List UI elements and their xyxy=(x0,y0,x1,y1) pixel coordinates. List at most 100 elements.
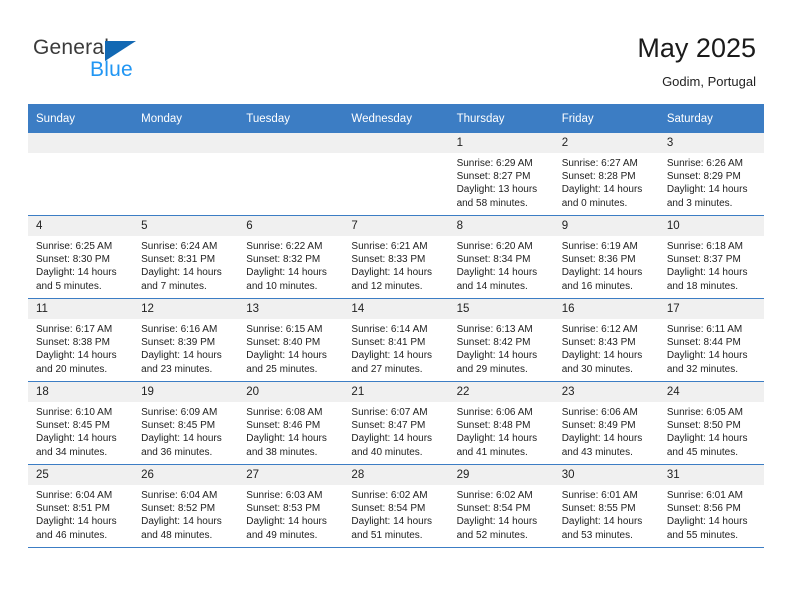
calendar-day-cell[interactable]: 23 Sunrise: 6:06 AM Sunset: 8:49 PM Dayligh… xyxy=(553,381,659,465)
daylight-text-line1: Daylight: 14 hours xyxy=(666,184,748,196)
calendar-day-cell[interactable]: 7 Sunrise: 6:21 AM Sunset: 8:33 PM Daylight… xyxy=(343,215,449,299)
sunrise-text: Sunrise: 6:18 AM xyxy=(666,241,743,252)
day-number: 13 xyxy=(238,299,344,319)
sunset-text: Sunset: 8:45 PM xyxy=(141,420,216,432)
daylight-text-line2: and 49 minutes. xyxy=(246,529,318,541)
daylight-text-line1: Daylight: 14 hours xyxy=(561,267,643,279)
sunset-text: Sunset: 8:30 PM xyxy=(36,254,110,266)
day-details: Sunrise: 6:12 AM Sunset: 8:43 PM Daylight:… xyxy=(554,319,659,376)
daylight-text-line1: Daylight: 14 hours xyxy=(36,433,117,445)
day-number: 17 xyxy=(658,299,764,319)
daylight-text-line1: Daylight: 14 hours xyxy=(351,350,433,362)
calendar-day-cell[interactable]: 19 Sunrise: 6:09 AM Sunset: 8:45 PM Dayligh… xyxy=(133,381,239,465)
sunrise-text: Sunrise: 6:14 AM xyxy=(351,324,428,335)
page-header: General Blue May 2025 Godim, Portugal xyxy=(0,0,792,104)
day-details: Sunrise: 6:16 AM Sunset: 8:39 PM Daylight:… xyxy=(133,319,238,376)
calendar-day-cell[interactable]: 18 Sunrise: 6:10 AM Sunset: 8:45 PM Dayligh… xyxy=(28,381,134,465)
day-details: Sunrise: 6:11 AM Sunset: 8:44 PM Daylight:… xyxy=(659,319,764,376)
calendar-table: Sunday Monday Tuesday Wednesday Thursday… xyxy=(28,104,764,548)
calendar-day-cell[interactable]: 13 Sunrise: 6:15 AM Sunset: 8:40 PM Dayligh… xyxy=(238,298,344,382)
daylight-text-line1: Daylight: 14 hours xyxy=(666,516,748,528)
weekday-header-sunday: Sunday xyxy=(28,104,134,133)
sunset-text: Sunset: 8:34 PM xyxy=(456,254,531,266)
day-details: Sunrise: 6:14 AM Sunset: 8:41 PM Daylight:… xyxy=(343,319,448,376)
sunrise-text: Sunrise: 6:07 AM xyxy=(351,407,428,418)
day-details: Sunrise: 6:10 AM Sunset: 8:45 PM Daylight:… xyxy=(28,402,133,459)
calendar-day-cell[interactable]: 5 Sunrise: 6:24 AM Sunset: 8:31 PM Daylight… xyxy=(133,215,239,299)
calendar-day-cell[interactable]: 11 Sunrise: 6:17 AM Sunset: 8:38 PM Dayligh… xyxy=(28,298,134,382)
calendar-day-cell[interactable]: 28 Sunrise: 6:02 AM Sunset: 8:54 PM Dayligh… xyxy=(343,464,449,548)
daylight-text-line1: Daylight: 14 hours xyxy=(561,350,643,362)
general-blue-logo[interactable]: General Blue xyxy=(33,36,203,86)
calendar-day-cell[interactable]: 30 Sunrise: 6:01 AM Sunset: 8:55 PM Dayligh… xyxy=(553,464,659,548)
calendar-day-cell[interactable]: 8 Sunrise: 6:20 AM Sunset: 8:34 PM Daylight… xyxy=(448,215,554,299)
day-number: 9 xyxy=(553,216,659,236)
calendar-day-cell[interactable]: 10 Sunrise: 6:18 AM Sunset: 8:37 PM Dayligh… xyxy=(658,215,764,299)
logo-text-blue: Blue xyxy=(90,58,133,81)
calendar-day-cell[interactable]: 3 Sunrise: 6:26 AM Sunset: 8:29 PM Daylight… xyxy=(658,133,764,216)
calendar-day-cell[interactable]: 15 Sunrise: 6:13 AM Sunset: 8:42 PM Dayligh… xyxy=(448,298,554,382)
sunset-text: Sunset: 8:44 PM xyxy=(666,337,741,349)
calendar-day-cell[interactable]: 26 Sunrise: 6:04 AM Sunset: 8:52 PM Dayligh… xyxy=(133,464,239,548)
day-details: Sunrise: 6:01 AM Sunset: 8:56 PM Daylight:… xyxy=(659,485,764,542)
calendar-cell-empty xyxy=(133,133,239,216)
day-details: Sunrise: 6:19 AM Sunset: 8:36 PM Daylight:… xyxy=(554,236,659,293)
weekday-header-thursday: Thursday xyxy=(448,104,554,133)
sunset-text: Sunset: 8:43 PM xyxy=(561,337,636,349)
calendar-day-cell[interactable]: 16 Sunrise: 6:12 AM Sunset: 8:43 PM Dayligh… xyxy=(553,298,659,382)
day-number: 29 xyxy=(448,465,554,485)
sunrise-text: Sunrise: 6:04 AM xyxy=(36,490,113,501)
daylight-text-line1: Daylight: 14 hours xyxy=(666,433,748,445)
daylight-text-line1: Daylight: 14 hours xyxy=(561,433,643,445)
calendar-day-cell[interactable]: 4 Sunrise: 6:25 AM Sunset: 8:30 PM Daylight… xyxy=(28,215,134,299)
daylight-text-line2: and 43 minutes. xyxy=(561,446,633,458)
weekday-header-monday: Monday xyxy=(133,104,239,133)
calendar-day-cell[interactable]: 21 Sunrise: 6:07 AM Sunset: 8:47 PM Dayligh… xyxy=(343,381,449,465)
calendar-day-cell[interactable]: 24 Sunrise: 6:05 AM Sunset: 8:50 PM Dayligh… xyxy=(658,381,764,465)
calendar-container: Sunday Monday Tuesday Wednesday Thursday… xyxy=(28,104,764,548)
daylight-text-line2: and 32 minutes. xyxy=(666,363,739,375)
calendar-day-cell[interactable]: 31 Sunrise: 6:01 AM Sunset: 8:56 PM Dayligh… xyxy=(658,464,764,548)
sunrise-text: Sunrise: 6:05 AM xyxy=(666,407,743,418)
calendar-day-cell[interactable]: 17 Sunrise: 6:11 AM Sunset: 8:44 PM Dayligh… xyxy=(658,298,764,382)
day-number: 4 xyxy=(28,216,134,236)
calendar-day-cell[interactable]: 27 Sunrise: 6:03 AM Sunset: 8:53 PM Dayligh… xyxy=(238,464,344,548)
sunset-text: Sunset: 8:37 PM xyxy=(666,254,741,266)
calendar-day-cell[interactable]: 14 Sunrise: 6:14 AM Sunset: 8:41 PM Dayligh… xyxy=(343,298,449,382)
sunset-text: Sunset: 8:41 PM xyxy=(351,337,426,349)
calendar-day-cell[interactable]: 6 Sunrise: 6:22 AM Sunset: 8:32 PM Daylight… xyxy=(238,215,344,299)
day-number: 26 xyxy=(133,465,239,485)
daylight-text-line2: and 14 minutes. xyxy=(456,280,528,292)
day-number: 12 xyxy=(133,299,239,319)
daylight-text-line1: Daylight: 14 hours xyxy=(36,267,117,279)
daylight-text-line2: and 5 minutes. xyxy=(36,280,102,292)
daylight-text-line2: and 40 minutes. xyxy=(351,446,423,458)
sunrise-text: Sunrise: 6:03 AM xyxy=(246,490,323,501)
day-number: 24 xyxy=(658,382,764,402)
sunset-text: Sunset: 8:28 PM xyxy=(561,171,636,183)
day-number: 5 xyxy=(133,216,239,236)
daylight-text-line2: and 20 minutes. xyxy=(36,363,108,375)
calendar-day-cell[interactable]: 25 Sunrise: 6:04 AM Sunset: 8:51 PM Dayligh… xyxy=(28,464,134,548)
sunrise-text: Sunrise: 6:04 AM xyxy=(141,490,218,501)
calendar-day-cell[interactable]: 2 Sunrise: 6:27 AM Sunset: 8:28 PM Daylight… xyxy=(553,133,659,216)
calendar-day-cell[interactable]: 29 Sunrise: 6:02 AM Sunset: 8:54 PM Dayligh… xyxy=(448,464,554,548)
day-number: 28 xyxy=(343,465,449,485)
daylight-text-line2: and 7 minutes. xyxy=(141,280,207,292)
calendar-week-row: 11 Sunrise: 6:17 AM Sunset: 8:38 PM Dayligh… xyxy=(28,298,764,382)
day-number: 15 xyxy=(448,299,554,319)
calendar-day-cell[interactable]: 22 Sunrise: 6:06 AM Sunset: 8:48 PM Dayligh… xyxy=(448,381,554,465)
calendar-day-cell[interactable]: 12 Sunrise: 6:16 AM Sunset: 8:39 PM Dayligh… xyxy=(133,298,239,382)
sunrise-text: Sunrise: 6:22 AM xyxy=(246,241,323,252)
calendar-day-cell[interactable]: 9 Sunrise: 6:19 AM Sunset: 8:36 PM Daylight… xyxy=(553,215,659,299)
calendar-day-cell[interactable]: 1 Sunrise: 6:29 AM Sunset: 8:27 PM Daylight… xyxy=(448,133,554,216)
daylight-text-line1: Daylight: 14 hours xyxy=(456,267,538,279)
day-details: Sunrise: 6:05 AM Sunset: 8:50 PM Daylight:… xyxy=(659,402,764,459)
day-number xyxy=(238,133,344,153)
sunrise-text: Sunrise: 6:20 AM xyxy=(456,241,533,252)
calendar-week-row: 4 Sunrise: 6:25 AM Sunset: 8:30 PM Daylight… xyxy=(28,215,764,299)
calendar-day-cell[interactable]: 20 Sunrise: 6:08 AM Sunset: 8:46 PM Dayligh… xyxy=(238,381,344,465)
day-number: 6 xyxy=(238,216,344,236)
day-details: Sunrise: 6:04 AM Sunset: 8:52 PM Daylight:… xyxy=(133,485,238,542)
day-number: 10 xyxy=(658,216,764,236)
